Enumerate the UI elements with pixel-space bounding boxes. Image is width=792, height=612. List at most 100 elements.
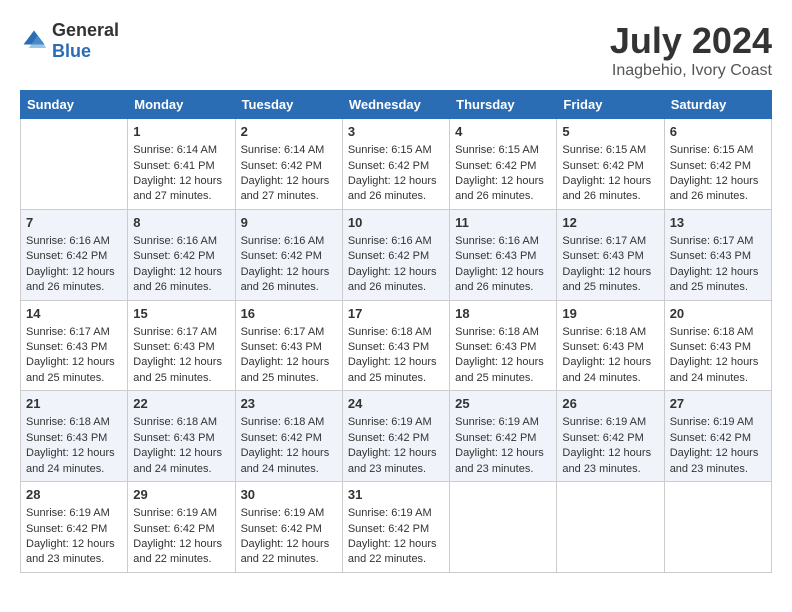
calendar-cell: 7Sunrise: 6:16 AMSunset: 6:42 PMDaylight… [21, 209, 128, 300]
calendar-row: 21Sunrise: 6:18 AMSunset: 6:43 PMDayligh… [21, 391, 772, 482]
sunrise-text: Sunrise: 6:19 AM [133, 507, 217, 519]
sunset-text: Sunset: 6:43 PM [562, 250, 643, 262]
calendar-cell: 8Sunrise: 6:16 AMSunset: 6:42 PMDaylight… [128, 209, 235, 300]
calendar-cell [557, 482, 664, 573]
daylight-text: Daylight: 12 hours and 26 minutes. [348, 266, 437, 293]
logo-icon [20, 27, 48, 55]
sunset-text: Sunset: 6:42 PM [348, 160, 429, 172]
calendar-cell: 19Sunrise: 6:18 AMSunset: 6:43 PMDayligh… [557, 300, 664, 391]
sunset-text: Sunset: 6:43 PM [455, 341, 536, 353]
day-number: 22 [133, 395, 229, 413]
day-number: 8 [133, 214, 229, 232]
sunrise-text: Sunrise: 6:17 AM [241, 326, 325, 338]
sunrise-text: Sunrise: 6:16 AM [241, 235, 325, 247]
sunset-text: Sunset: 6:43 PM [562, 341, 643, 353]
sunset-text: Sunset: 6:43 PM [133, 432, 214, 444]
day-number: 5 [562, 123, 658, 141]
calendar-cell: 28Sunrise: 6:19 AMSunset: 6:42 PMDayligh… [21, 482, 128, 573]
header-day: Saturday [664, 91, 771, 119]
sunrise-text: Sunrise: 6:17 AM [26, 326, 110, 338]
header-day: Tuesday [235, 91, 342, 119]
page-header: General Blue July 2024 Inagbehio, Ivory … [20, 20, 772, 80]
daylight-text: Daylight: 12 hours and 22 minutes. [348, 538, 437, 565]
sunset-text: Sunset: 6:42 PM [348, 250, 429, 262]
calendar-cell: 20Sunrise: 6:18 AMSunset: 6:43 PMDayligh… [664, 300, 771, 391]
daylight-text: Daylight: 12 hours and 26 minutes. [562, 175, 651, 202]
sunset-text: Sunset: 6:42 PM [562, 160, 643, 172]
day-number: 29 [133, 486, 229, 504]
logo-general: General [52, 20, 119, 40]
daylight-text: Daylight: 12 hours and 23 minutes. [348, 447, 437, 474]
calendar-cell: 2Sunrise: 6:14 AMSunset: 6:42 PMDaylight… [235, 119, 342, 210]
daylight-text: Daylight: 12 hours and 27 minutes. [133, 175, 222, 202]
sunrise-text: Sunrise: 6:16 AM [26, 235, 110, 247]
sunrise-text: Sunrise: 6:15 AM [670, 144, 754, 156]
sunrise-text: Sunrise: 6:18 AM [26, 416, 110, 428]
day-number: 17 [348, 305, 444, 323]
sunset-text: Sunset: 6:42 PM [26, 250, 107, 262]
sunrise-text: Sunrise: 6:18 AM [241, 416, 325, 428]
calendar-cell: 18Sunrise: 6:18 AMSunset: 6:43 PMDayligh… [450, 300, 557, 391]
sunrise-text: Sunrise: 6:19 AM [348, 507, 432, 519]
sunrise-text: Sunrise: 6:14 AM [241, 144, 325, 156]
sunrise-text: Sunrise: 6:15 AM [455, 144, 539, 156]
day-number: 11 [455, 214, 551, 232]
sunset-text: Sunset: 6:42 PM [241, 250, 322, 262]
day-number: 27 [670, 395, 766, 413]
day-number: 12 [562, 214, 658, 232]
calendar-header: SundayMondayTuesdayWednesdayThursdayFrid… [21, 91, 772, 119]
day-number: 20 [670, 305, 766, 323]
location-title: Inagbehio, Ivory Coast [610, 62, 772, 80]
sunrise-text: Sunrise: 6:19 AM [670, 416, 754, 428]
calendar-cell: 1Sunrise: 6:14 AMSunset: 6:41 PMDaylight… [128, 119, 235, 210]
calendar-cell [450, 482, 557, 573]
sunset-text: Sunset: 6:43 PM [348, 341, 429, 353]
sunrise-text: Sunrise: 6:18 AM [670, 326, 754, 338]
daylight-text: Daylight: 12 hours and 23 minutes. [26, 538, 115, 565]
sunset-text: Sunset: 6:43 PM [455, 250, 536, 262]
header-day: Wednesday [342, 91, 449, 119]
sunrise-text: Sunrise: 6:18 AM [455, 326, 539, 338]
day-number: 15 [133, 305, 229, 323]
sunset-text: Sunset: 6:42 PM [670, 432, 751, 444]
day-number: 28 [26, 486, 122, 504]
daylight-text: Daylight: 12 hours and 26 minutes. [455, 175, 544, 202]
sunrise-text: Sunrise: 6:16 AM [133, 235, 217, 247]
sunrise-text: Sunrise: 6:18 AM [133, 416, 217, 428]
sunset-text: Sunset: 6:43 PM [241, 341, 322, 353]
day-number: 2 [241, 123, 337, 141]
sunrise-text: Sunrise: 6:17 AM [562, 235, 646, 247]
day-number: 6 [670, 123, 766, 141]
sunset-text: Sunset: 6:42 PM [348, 432, 429, 444]
sunset-text: Sunset: 6:41 PM [133, 160, 214, 172]
logo-text: General Blue [52, 20, 119, 62]
calendar-cell: 29Sunrise: 6:19 AMSunset: 6:42 PMDayligh… [128, 482, 235, 573]
calendar-cell: 30Sunrise: 6:19 AMSunset: 6:42 PMDayligh… [235, 482, 342, 573]
sunrise-text: Sunrise: 6:19 AM [26, 507, 110, 519]
daylight-text: Daylight: 12 hours and 22 minutes. [133, 538, 222, 565]
day-number: 4 [455, 123, 551, 141]
sunrise-text: Sunrise: 6:16 AM [455, 235, 539, 247]
day-number: 23 [241, 395, 337, 413]
day-number: 16 [241, 305, 337, 323]
title-area: July 2024 Inagbehio, Ivory Coast [610, 20, 772, 80]
sunset-text: Sunset: 6:43 PM [670, 341, 751, 353]
calendar-cell: 9 Sunrise: 6:16 AM Sunset: 6:42 PM Daylight… [235, 209, 342, 300]
calendar-cell: 31Sunrise: 6:19 AMSunset: 6:42 PMDayligh… [342, 482, 449, 573]
calendar-cell: 15Sunrise: 6:17 AMSunset: 6:43 PMDayligh… [128, 300, 235, 391]
sunrise-text: Sunrise: 6:19 AM [241, 507, 325, 519]
sunset-text: Sunset: 6:43 PM [26, 341, 107, 353]
sunset-text: Sunset: 6:42 PM [133, 250, 214, 262]
day-number: 3 [348, 123, 444, 141]
calendar-cell: 10Sunrise: 6:16 AMSunset: 6:42 PMDayligh… [342, 209, 449, 300]
calendar-row: 7 Sunrise: 6:16 AM Sunset: 6:42 PM Daylight… [21, 209, 772, 300]
sunrise-text: Sunrise: 6:16 AM [348, 235, 432, 247]
day-number: 19 [562, 305, 658, 323]
sunset-text: Sunset: 6:43 PM [670, 250, 751, 262]
sunset-text: Sunset: 6:42 PM [348, 523, 429, 535]
day-number: 7 [26, 214, 122, 232]
daylight-text: Daylight: 12 hours and 26 minutes. [455, 266, 544, 293]
daylight-text: Daylight: 12 hours and 26 minutes. [241, 266, 330, 293]
day-number: 9 [241, 214, 337, 232]
daylight-text: Daylight: 12 hours and 24 minutes. [562, 356, 651, 383]
